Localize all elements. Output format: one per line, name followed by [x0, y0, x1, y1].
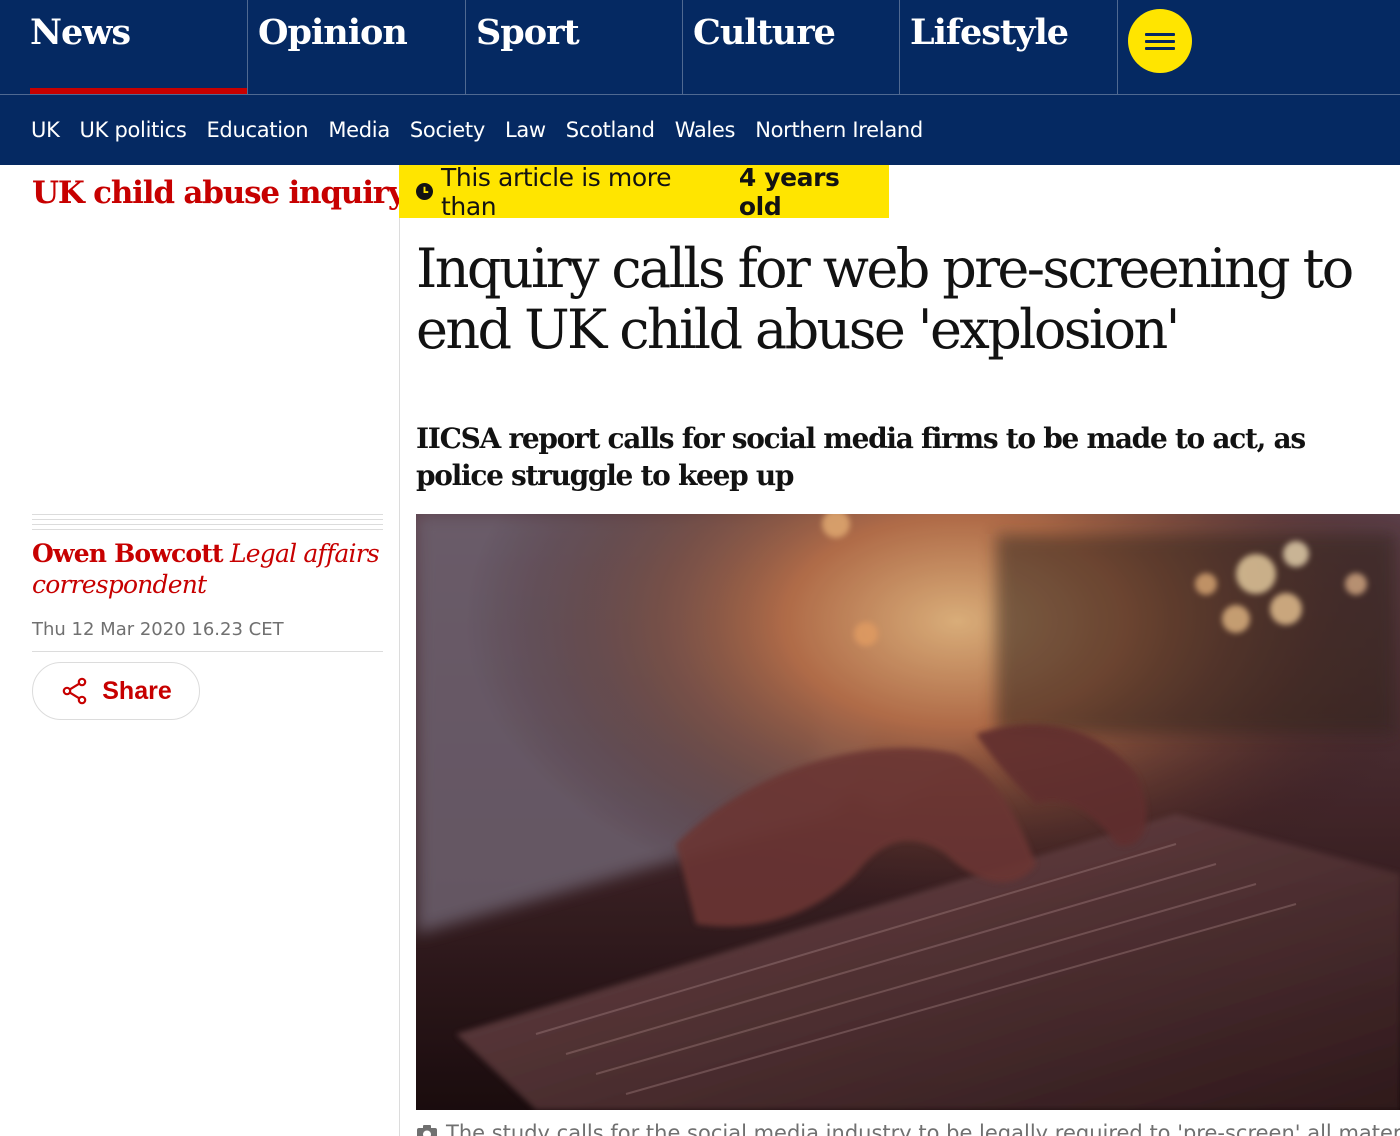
series-link[interactable]: UK child abuse inquiry [32, 175, 406, 211]
subnav-item-scotland[interactable]: Scotland [566, 118, 655, 142]
hamburger-icon-line-2 [1145, 39, 1175, 43]
hamburger-icon-line-1 [1145, 32, 1175, 36]
pillar-lifestyle[interactable]: Lifestyle [900, 0, 1118, 94]
article-standfirst: IICSA report calls for social media firm… [416, 422, 1306, 492]
pillar-sport-label: Sport [476, 12, 580, 53]
age-warning-banner: This article is more than 4 years old [399, 162, 889, 221]
subnav-item-media[interactable]: Media [328, 118, 390, 142]
age-warning-age: 4 years old [738, 162, 840, 221]
pillar-news-label: News [30, 12, 131, 53]
pillar-culture[interactable]: Culture [683, 0, 900, 94]
subnav-item-society[interactable]: Society [410, 118, 485, 142]
subnav-item-uk[interactable]: UK [31, 118, 60, 142]
subnav-item-northern-ireland[interactable]: Northern Ireland [755, 118, 923, 142]
pillar-culture-label: Culture [693, 12, 836, 53]
pillar-sport[interactable]: Sport [466, 0, 683, 94]
date-divider [32, 651, 383, 652]
camera-icon [417, 1125, 437, 1136]
column-divider [399, 165, 400, 1136]
subnav-item-law[interactable]: Law [505, 118, 546, 142]
publication-date: Thu 12 Mar 2020 16.23 CET [32, 619, 284, 640]
age-warning-prefix: This article is more than [441, 162, 672, 221]
subnav-item-uk-politics[interactable]: UK politics [80, 118, 187, 142]
pillar-lifestyle-label: Lifestyle [910, 12, 1069, 53]
byline-divider [32, 514, 383, 530]
author-name[interactable]: Owen Bowcott [32, 539, 224, 568]
hamburger-icon-line-3 [1145, 46, 1175, 50]
caption-text: The study calls for the social media ind… [446, 1121, 1400, 1136]
menu-button[interactable] [1128, 9, 1192, 73]
main-image [416, 514, 1400, 1110]
subnav-item-education[interactable]: Education [206, 118, 308, 142]
pillar-opinion-label: Opinion [258, 12, 408, 53]
image-caption: The study calls for the social media ind… [416, 1118, 1400, 1136]
article-headline: Inquiry calls for web pre-screening to e… [416, 237, 1354, 361]
clock-icon [416, 183, 433, 200]
share-icon [62, 677, 87, 705]
pillar-opinion[interactable]: Opinion [248, 0, 466, 94]
sub-navigation: UK UK politics Education Media Society L… [0, 94, 1400, 165]
subnav-item-wales[interactable]: Wales [675, 118, 736, 142]
byline: Owen Bowcott Legal affairs correspondent [32, 538, 387, 600]
pillar-navigation: News Opinion Sport Culture Lifestyle [0, 0, 1400, 94]
pillar-news[interactable]: News [20, 0, 248, 94]
share-label: Share [102, 676, 172, 705]
share-button[interactable]: Share [32, 662, 200, 720]
